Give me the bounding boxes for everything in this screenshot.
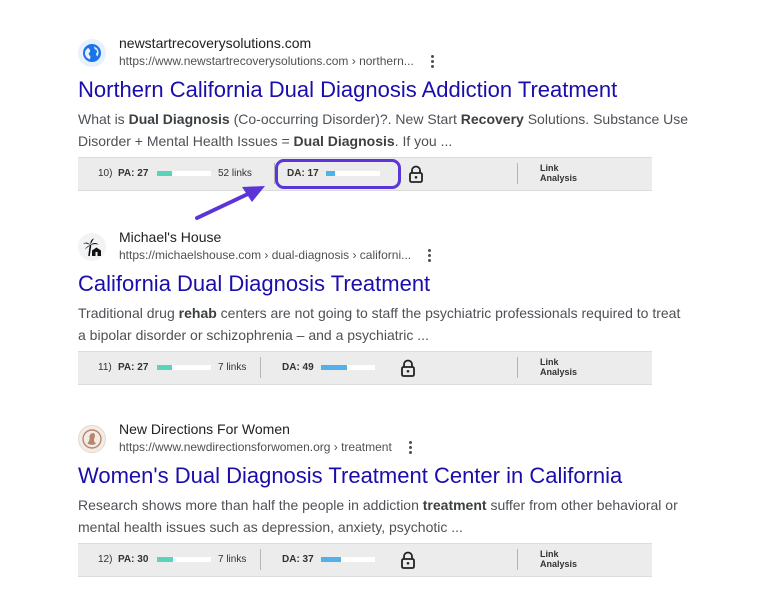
da-bar	[321, 365, 375, 370]
pa-bar	[157, 557, 211, 562]
more-vert-icon[interactable]	[425, 247, 434, 264]
page-authority: PA: 27	[118, 362, 149, 373]
link-analysis-button[interactable]: Link Analysis	[540, 549, 577, 569]
result-rank: 10)	[98, 168, 113, 179]
result-rank: 12)	[98, 554, 113, 565]
search-result: New Directions For Women https://www.new…	[78, 420, 718, 577]
divider	[517, 357, 518, 378]
snippet-keyword: treatment	[422, 497, 487, 513]
palm-tree-house-icon	[78, 233, 106, 261]
da-bar-fill	[321, 365, 348, 370]
snippet-text: Disorder + Mental Health Issues =	[78, 133, 294, 149]
link-analysis-label: Link	[540, 163, 559, 173]
divider	[517, 163, 518, 184]
lock-icon[interactable]	[398, 358, 418, 378]
link-count[interactable]: 7 links	[218, 554, 246, 565]
snippet-keyword: Recovery	[460, 111, 524, 127]
page-authority: PA: 30	[118, 554, 149, 565]
divider	[260, 357, 261, 378]
result-title-link[interactable]: California Dual Diagnosis Treatment	[78, 270, 718, 298]
link-analysis-button[interactable]: Link Analysis	[540, 163, 577, 183]
result-snippet: What is Dual Diagnosis (Co-occurring Dis…	[78, 108, 718, 152]
site-url[interactable]: https://michaelshouse.com › dual-diagnos…	[119, 246, 411, 264]
domain-authority: DA: 37	[282, 554, 314, 565]
pa-bar	[157, 171, 211, 176]
link-analysis-button[interactable]: Link Analysis	[540, 357, 577, 377]
result-snippet: Traditional drug rehab centers are not g…	[78, 302, 718, 346]
site-name: newstartrecoverysolutions.com	[119, 35, 312, 51]
seo-metrics-bar: 11) PA: 27 7 links DA: 49 Link Analysis	[78, 351, 652, 385]
snippet-text: centers are not going to staff the psych…	[216, 305, 681, 321]
snippet-text: Solutions. Substance Use	[523, 111, 689, 127]
link-analysis-label: Analysis	[540, 559, 578, 569]
site-url[interactable]: https://www.newstartrecoverysolutions.co…	[119, 52, 414, 70]
site-url[interactable]: https://www.newdirectionsforwomen.org › …	[119, 438, 392, 456]
snippet-text: . If you ...	[394, 133, 453, 149]
pa-bar-fill	[157, 365, 172, 370]
link-analysis-label: Link	[540, 549, 559, 559]
snippet-text: (Co-occurring Disorder)?. New Start	[229, 111, 461, 127]
pa-bar-fill	[157, 171, 172, 176]
link-count[interactable]: 52 links	[218, 168, 252, 179]
domain-authority: DA: 49	[282, 362, 314, 373]
snippet-text: What is	[78, 111, 129, 127]
woman-silhouette-icon	[78, 425, 106, 453]
pa-bar-fill	[157, 557, 174, 562]
pa-bar	[157, 365, 211, 370]
site-info: newstartrecoverysolutions.com https://ww…	[78, 34, 718, 74]
snippet-text: mental health issues such as depression,…	[78, 519, 463, 535]
result-rank: 11)	[98, 362, 112, 373]
more-vert-icon[interactable]	[406, 439, 415, 456]
site-name: Michael's House	[119, 229, 222, 245]
site-info: New Directions For Women https://www.new…	[78, 420, 718, 460]
site-name: New Directions For Women	[119, 421, 290, 437]
search-result: Michael's House https://michaelshouse.co…	[78, 228, 718, 385]
globe-icon	[78, 39, 106, 67]
da-bar-fill	[321, 557, 341, 562]
snippet-text: Research shows more than half the people…	[78, 497, 423, 513]
link-analysis-label: Analysis	[540, 367, 578, 377]
page-authority: PA: 27	[118, 168, 149, 179]
snippet-keyword: rehab	[178, 305, 217, 321]
da-bar	[321, 557, 375, 562]
more-vert-icon[interactable]	[428, 53, 437, 70]
snippet-text: suffer from other behavioral or	[486, 497, 678, 513]
link-analysis-label: Analysis	[540, 173, 578, 183]
lock-icon[interactable]	[398, 550, 418, 570]
snippet-text: Traditional drug	[78, 305, 179, 321]
result-title-link[interactable]: Women's Dual Diagnosis Treatment Center …	[78, 462, 718, 490]
da-highlight-box	[275, 159, 401, 189]
divider	[260, 549, 261, 570]
result-title-link[interactable]: Northern California Dual Diagnosis Addic…	[78, 76, 718, 104]
site-info: Michael's House https://michaelshouse.co…	[78, 228, 718, 268]
divider	[517, 549, 518, 570]
link-count[interactable]: 7 links	[218, 362, 246, 373]
snippet-keyword: Dual Diagnosis	[293, 133, 395, 149]
arrow-icon	[195, 186, 265, 220]
seo-metrics-bar: 12) PA: 30 7 links DA: 37 Link Analysis	[78, 543, 652, 577]
lock-icon[interactable]	[406, 164, 426, 184]
result-snippet: Research shows more than half the people…	[78, 494, 718, 538]
snippet-text: a bipolar disorder or schizophrenia – an…	[78, 327, 429, 343]
snippet-keyword: Dual Diagnosis	[128, 111, 230, 127]
link-analysis-label: Link	[540, 357, 559, 367]
